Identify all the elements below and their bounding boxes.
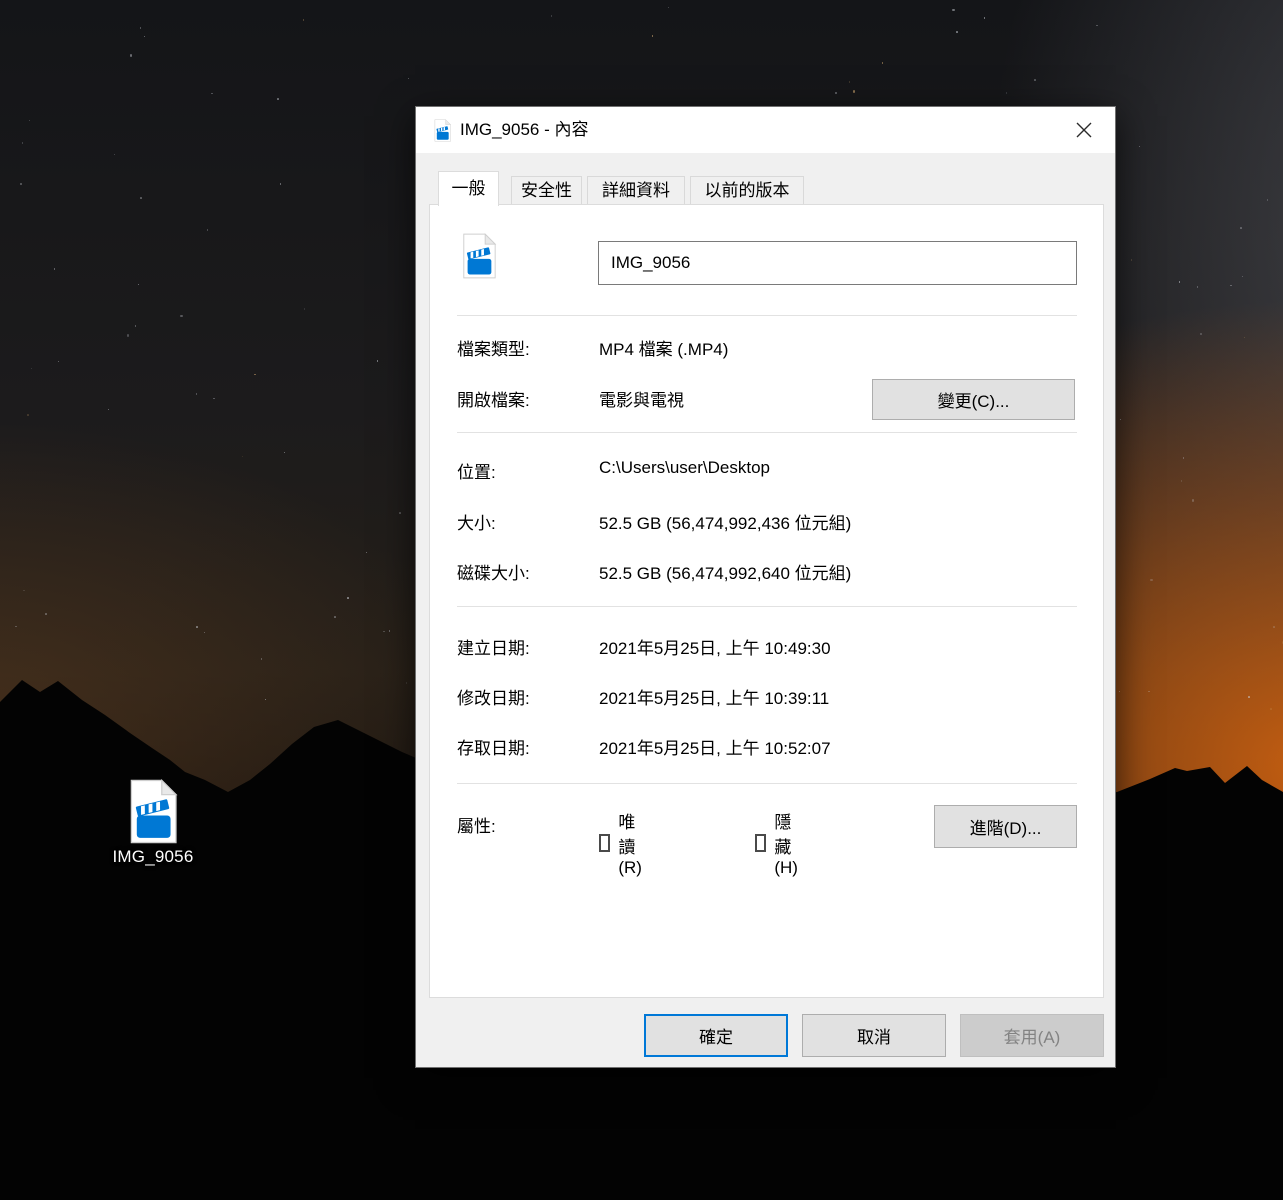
close-icon <box>1075 121 1093 139</box>
divider <box>457 432 1077 433</box>
file-type-label: 檔案類型: <box>457 335 599 361</box>
desktop-icon-label: IMG_9056 <box>104 847 202 867</box>
readonly-checkbox[interactable] <box>599 834 610 852</box>
dialog-title: IMG_9056 - 內容 <box>460 107 589 153</box>
general-tab-panel: 檔案類型: MP4 檔案 (.MP4) 開啟檔案: 電影與電視 變更(C)...… <box>429 204 1104 998</box>
size-on-disk-value: 52.5 GB (56,474,992,640 位元組) <box>599 559 851 585</box>
tab-general[interactable]: 一般 <box>438 171 499 206</box>
divider <box>457 606 1077 607</box>
location-label: 位置: <box>457 458 599 484</box>
modified-date-label: 修改日期: <box>457 684 599 710</box>
accessed-date-value: 2021年5月25日, 上午 10:52:07 <box>599 734 831 760</box>
accessed-date-label: 存取日期: <box>457 734 599 760</box>
close-button[interactable] <box>1061 107 1107 153</box>
opens-with-label: 開啟檔案: <box>457 386 599 412</box>
title-bar[interactable]: IMG_9056 - 內容 <box>416 107 1115 153</box>
location-value: C:\Users\user\Desktop <box>599 458 770 484</box>
created-date-label: 建立日期: <box>457 634 599 660</box>
video-file-icon <box>460 233 498 279</box>
cancel-button[interactable]: 取消 <box>802 1014 946 1057</box>
modified-date-value: 2021年5月25日, 上午 10:39:11 <box>599 684 829 710</box>
tab-details[interactable]: 詳細資料 <box>587 176 685 204</box>
change-button[interactable]: 變更(C)... <box>872 379 1075 420</box>
size-value: 52.5 GB (56,474,992,436 位元組) <box>599 509 851 535</box>
video-file-icon <box>433 119 452 142</box>
ok-button[interactable]: 確定 <box>644 1014 788 1057</box>
divider <box>457 315 1077 316</box>
hidden-checkbox[interactable] <box>755 834 766 852</box>
created-date-value: 2021年5月25日, 上午 10:49:30 <box>599 634 831 660</box>
filename-input[interactable] <box>598 241 1077 285</box>
attributes-label: 屬性: <box>457 812 599 838</box>
size-label: 大小: <box>457 509 599 535</box>
desktop-icon-img-9056[interactable]: IMG_9056 <box>104 779 202 867</box>
readonly-checkbox-group[interactable]: 唯讀(R) <box>599 808 649 878</box>
apply-button[interactable]: 套用(A) <box>960 1014 1104 1057</box>
advanced-button[interactable]: 進階(D)... <box>934 805 1077 848</box>
hidden-checkbox-group[interactable]: 隱藏(H) <box>755 808 805 878</box>
tab-security[interactable]: 安全性 <box>511 176 582 204</box>
size-on-disk-label: 磁碟大小: <box>457 559 599 585</box>
file-type-value: MP4 檔案 (.MP4) <box>599 335 728 361</box>
tab-previous-versions[interactable]: 以前的版本 <box>690 176 804 204</box>
properties-dialog: IMG_9056 - 內容 一般 安全性 詳細資料 以前的版本 檔案類型: MP… <box>415 106 1116 1068</box>
hidden-checkbox-label: 隱藏(H) <box>774 808 804 878</box>
divider <box>457 783 1077 784</box>
opens-with-value: 電影與電視 <box>599 386 684 412</box>
video-file-icon <box>126 779 180 844</box>
readonly-checkbox-label: 唯讀(R) <box>618 808 648 878</box>
